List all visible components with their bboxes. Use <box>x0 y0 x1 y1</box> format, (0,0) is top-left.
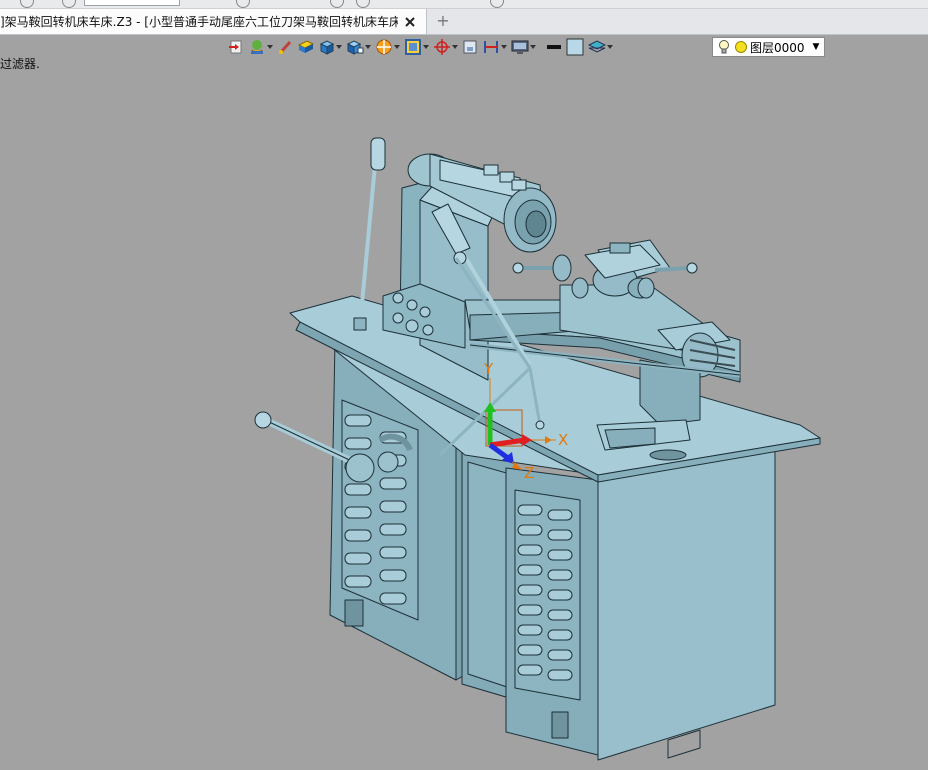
shaded-cube-button[interactable] <box>346 37 371 57</box>
color-fill-button[interactable] <box>248 37 273 57</box>
axis-z-label: Z <box>524 464 534 482</box>
layer-stack-button[interactable] <box>588 37 613 57</box>
snap-button[interactable] <box>433 37 458 57</box>
snap-icon <box>434 39 450 55</box>
material-button[interactable] <box>297 37 315 57</box>
sun-icon[interactable] <box>734 40 748 54</box>
close-icon[interactable] <box>402 14 418 30</box>
section-view-icon <box>405 39 421 55</box>
top-toolbar-strip <box>0 0 928 9</box>
filter-combo[interactable] <box>84 0 180 6</box>
fill-color-button[interactable] <box>566 37 584 57</box>
status-message: 过滤器. <box>0 57 40 71</box>
render-mode-icon <box>376 39 392 55</box>
render-mode-button[interactable] <box>375 37 400 57</box>
frame-button[interactable] <box>462 37 478 57</box>
cube-icon <box>319 40 335 55</box>
document-tab[interactable]: ]架马鞍回转机床车床.Z3 - [小型普通手动尾座六工位刀架马鞍回转机床车床] <box>0 9 427 34</box>
layer-stack-icon <box>588 40 606 53</box>
circle-icon-2[interactable] <box>356 0 370 8</box>
frame-icon <box>463 40 477 54</box>
axis-y-label: Y <box>483 360 494 378</box>
display-icon <box>511 40 529 54</box>
lathe-model[interactable]: Y X Z <box>0 0 928 767</box>
view-toolbar <box>228 36 617 58</box>
viewport-3d[interactable]: Y X Z <box>0 0 928 767</box>
fill-color-icon <box>566 38 584 56</box>
material-icon <box>297 40 315 53</box>
undo-icon[interactable] <box>20 0 34 8</box>
axis-x-label: X <box>558 431 568 449</box>
lightbulb-icon[interactable] <box>717 39 731 55</box>
cube-button[interactable] <box>319 37 342 57</box>
section-view-button[interactable] <box>404 37 429 57</box>
new-tab-button[interactable]: + <box>434 12 452 30</box>
line-color-icon <box>547 45 561 49</box>
dimension-button[interactable] <box>482 37 507 57</box>
shaded-cube-icon <box>346 40 364 55</box>
layer-select[interactable]: 图层0000 ▼ <box>712 37 825 57</box>
chevron-down-icon[interactable]: ▼ <box>808 42 824 52</box>
rotate-icon[interactable] <box>236 0 250 8</box>
layer-name: 图层0000 <box>750 40 805 55</box>
gear-icon[interactable] <box>490 0 504 8</box>
document-tab-bar: ]架马鞍回转机床车床.Z3 - [小型普通手动尾座六工位刀架马鞍回转机床车床] … <box>0 9 928 35</box>
color-fill-icon <box>251 40 263 54</box>
document-icon[interactable] <box>62 0 76 8</box>
document-tab-title: ]架马鞍回转机床车床.Z3 - [小型普通手动尾座六工位刀架马鞍回转机床车床] <box>0 15 398 29</box>
export-button[interactable] <box>228 37 244 57</box>
dimension-icon <box>484 41 498 53</box>
export-icon <box>229 40 242 54</box>
line-color-button[interactable] <box>546 37 562 57</box>
display-button[interactable] <box>511 37 536 57</box>
brush-button[interactable] <box>277 37 293 57</box>
brush-icon <box>279 40 292 54</box>
circle-icon[interactable] <box>330 0 344 8</box>
